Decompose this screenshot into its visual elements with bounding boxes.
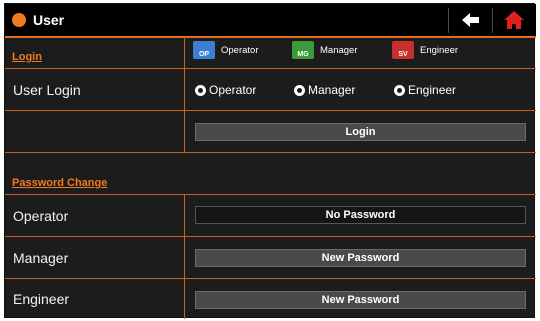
engineer-password-button[interactable]: New Password xyxy=(195,291,526,309)
window-title: User xyxy=(33,12,65,28)
radio-manager[interactable]: Manager xyxy=(294,83,355,97)
user-login-label: User Login xyxy=(5,69,185,110)
role-engineer-label: Engineer xyxy=(420,44,459,56)
role-operator: OP Operator xyxy=(193,41,259,59)
engineer-password-row: Engineer New Password xyxy=(5,279,536,319)
operator-role-icon: OP xyxy=(193,41,215,59)
home-icon xyxy=(504,11,524,29)
login-header-row: Login OP Operator MG Manager SV Engineer xyxy=(5,38,536,69)
manager-password-button[interactable]: New Password xyxy=(195,249,526,267)
role-operator-label: Operator xyxy=(221,44,259,56)
role-manager: MG Manager xyxy=(292,41,358,59)
status-dot-icon xyxy=(12,13,26,27)
login-button[interactable]: Login xyxy=(195,123,526,141)
operator-label: Operator xyxy=(5,195,185,236)
login-button-row: Login xyxy=(5,111,536,153)
manager-role-icon: MG xyxy=(292,41,314,59)
operator-password-row: Operator No Password xyxy=(5,195,536,237)
user-login-row: User Login Operator Manager Engineer xyxy=(5,69,536,111)
radio-circle-icon xyxy=(294,84,305,96)
home-button[interactable] xyxy=(493,8,535,33)
engineer-role-icon: SV xyxy=(392,41,414,59)
role-manager-label: Manager xyxy=(320,44,358,56)
password-section-title: Password Change xyxy=(12,177,108,189)
role-engineer: SV Engineer xyxy=(392,41,458,59)
title-bar: User xyxy=(5,4,536,38)
back-button[interactable] xyxy=(450,8,492,33)
back-arrow-icon xyxy=(462,13,479,27)
user-dialog: User Login OP Operator MG Manager SV Eng… xyxy=(4,3,536,319)
radio-circle-icon xyxy=(195,84,206,96)
login-section-title: Login xyxy=(12,51,42,63)
radio-operator[interactable]: Operator xyxy=(195,83,256,97)
radio-engineer[interactable]: Engineer xyxy=(394,83,456,97)
operator-password-button[interactable]: No Password xyxy=(195,206,526,224)
password-header-row: Password Change xyxy=(5,153,536,195)
divider xyxy=(448,8,449,33)
radio-circle-icon xyxy=(394,84,405,96)
engineer-label: Engineer xyxy=(5,279,185,319)
empty-label-cell xyxy=(5,111,185,152)
manager-label: Manager xyxy=(5,237,185,278)
manager-password-row: Manager New Password xyxy=(5,237,536,279)
